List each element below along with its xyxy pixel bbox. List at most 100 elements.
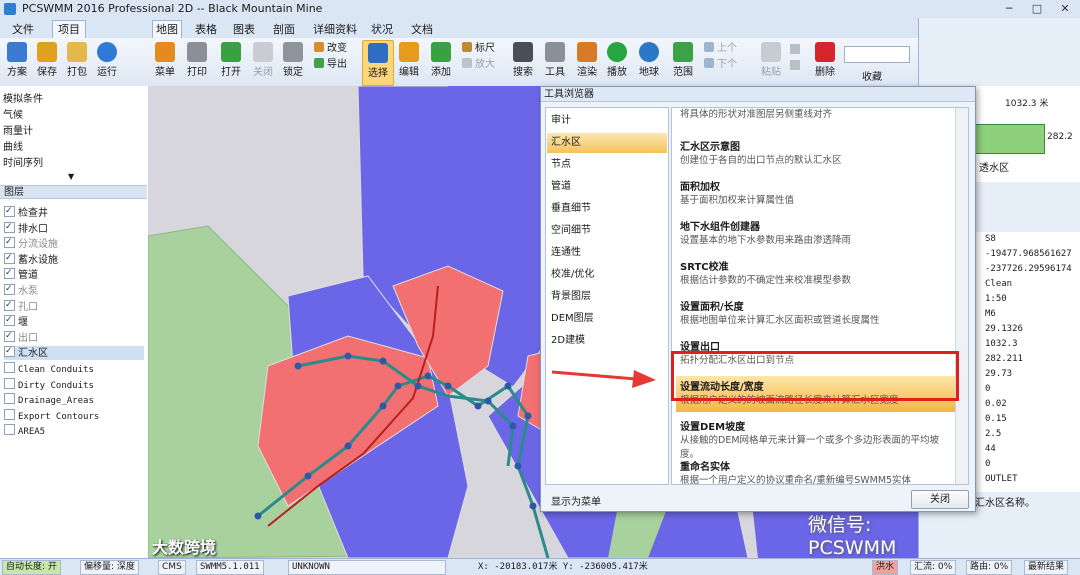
- sim-options-item[interactable]: 模拟条件: [3, 90, 43, 105]
- zoom-in-button[interactable]: 放大: [462, 58, 495, 72]
- layer-checkbox[interactable]: [4, 282, 15, 296]
- next-button[interactable]: 下个: [704, 58, 737, 72]
- flow-units[interactable]: CMS: [158, 560, 186, 575]
- show-as-menu-link[interactable]: 显示为菜单: [551, 493, 601, 508]
- property-value[interactable]: S8: [985, 234, 996, 244]
- property-value[interactable]: 1:50: [985, 294, 1007, 304]
- property-value[interactable]: 29.1326: [985, 324, 1023, 334]
- tab-project[interactable]: 项目: [52, 20, 86, 38]
- property-value[interactable]: 29.73: [985, 369, 1012, 379]
- category-item[interactable]: 汇水区: [547, 133, 667, 153]
- layer-item[interactable]: Clean Conduits: [4, 362, 94, 376]
- layer-checkbox[interactable]: [4, 408, 15, 420]
- layer-checkbox[interactable]: [4, 220, 15, 234]
- tab-status[interactable]: 状况: [366, 20, 398, 39]
- property-value[interactable]: 0.02: [985, 399, 1007, 409]
- scenario-button[interactable]: 方案: [2, 40, 32, 84]
- tools-button[interactable]: 工具: [540, 40, 570, 84]
- layer-item[interactable]: 孔口: [4, 298, 38, 314]
- layer-item[interactable]: 蓄水设施: [4, 251, 58, 267]
- property-value[interactable]: Clean: [985, 279, 1012, 289]
- run-button[interactable]: 运行: [92, 40, 122, 84]
- add-button[interactable]: 添加: [426, 40, 456, 84]
- layer-item[interactable]: 水泵: [4, 282, 38, 298]
- property-value[interactable]: 1032.3: [985, 339, 1018, 349]
- category-item[interactable]: 垂直细节: [547, 199, 667, 219]
- timeseries-item[interactable]: 时间序列: [3, 154, 43, 169]
- maximize-button[interactable]: □: [1024, 1, 1050, 16]
- copy-icon[interactable]: [790, 60, 800, 70]
- print-button[interactable]: 打印: [182, 40, 212, 84]
- tool-item[interactable]: 面积加权 基于面积加权来计算属性值: [676, 176, 958, 212]
- layer-checkbox[interactable]: [4, 235, 15, 249]
- property-value[interactable]: M6: [985, 309, 996, 319]
- category-item[interactable]: 2D建模: [547, 331, 667, 351]
- lock-button[interactable]: 锁定: [278, 40, 308, 84]
- category-item[interactable]: 管道: [547, 177, 667, 197]
- tool-item[interactable]: 设置面积/长度 根据地图单位来计算汇水区面积或管道长度属性: [676, 296, 958, 332]
- layer-checkbox[interactable]: [4, 266, 15, 280]
- change-button[interactable]: 改变: [314, 42, 347, 56]
- chevron-down-icon[interactable]: ▼: [68, 172, 74, 181]
- earth-button[interactable]: 地球: [634, 40, 664, 84]
- minimize-button[interactable]: ─: [996, 1, 1022, 16]
- tool-item[interactable]: SRTC校准 根据估计参数的不确定性来校准模型参数: [676, 256, 958, 292]
- cut-icon[interactable]: [790, 44, 800, 54]
- offset-mode[interactable]: 偏移量: 深度: [80, 560, 139, 575]
- previous-button[interactable]: 上个: [704, 42, 737, 56]
- property-value[interactable]: 0: [985, 384, 990, 394]
- category-item[interactable]: 连通性: [547, 243, 667, 263]
- paste-button[interactable]: 粘贴: [756, 40, 786, 84]
- property-value[interactable]: 44: [985, 444, 996, 454]
- export-button[interactable]: 导出: [314, 58, 347, 72]
- close-layer-button[interactable]: 关闭: [248, 40, 278, 84]
- tool-item[interactable]: 重命名实体 根据一个用户定义的协议重命名/重新编号SWMM5实体: [676, 456, 958, 484]
- category-item[interactable]: 校准/优化: [547, 265, 667, 285]
- layer-checkbox[interactable]: [4, 313, 15, 327]
- projection[interactable]: UNKNOWN: [288, 560, 446, 575]
- property-value[interactable]: OUTLET: [985, 474, 1018, 484]
- layer-checkbox[interactable]: [4, 424, 15, 436]
- category-item[interactable]: 节点: [547, 155, 667, 175]
- layer-checkbox[interactable]: [4, 393, 15, 405]
- category-item[interactable]: 空间细节: [547, 221, 667, 241]
- property-value[interactable]: 2.5: [985, 429, 1001, 439]
- climate-item[interactable]: 气候: [3, 106, 23, 121]
- range-button[interactable]: 范围: [668, 40, 698, 84]
- render-button[interactable]: 渲染: [572, 40, 602, 84]
- layer-checkbox[interactable]: [4, 251, 15, 265]
- category-item[interactable]: 背景图层: [547, 287, 667, 307]
- layer-item[interactable]: Drainage_Areas: [4, 393, 94, 407]
- tool-item[interactable]: 汇水区示意图 创建位于各自的出口节点的默认汇水区: [676, 136, 958, 172]
- ruler-button[interactable]: 标尺: [462, 42, 495, 56]
- curves-item[interactable]: 曲线: [3, 138, 23, 153]
- layer-item[interactable]: 堰: [4, 313, 28, 329]
- open-layer-button[interactable]: 打开: [216, 40, 246, 84]
- close-window-button[interactable]: ✕: [1052, 1, 1078, 16]
- layer-item[interactable]: 汇水区: [4, 344, 144, 361]
- layer-item[interactable]: 管道: [4, 266, 38, 282]
- select-button[interactable]: 选择: [362, 40, 394, 86]
- dialog-close-button[interactable]: 关闭: [911, 490, 969, 509]
- tool-item[interactable]: 将具体的形状对准图层另侧重线对齐: [676, 108, 958, 126]
- search-button[interactable]: 搜索: [508, 40, 538, 84]
- tool-list-scrollbar[interactable]: [955, 108, 968, 484]
- edit-button[interactable]: 编辑: [394, 40, 424, 84]
- property-value[interactable]: -237726.29596174: [985, 264, 1072, 274]
- map-menu-button[interactable]: 菜单: [150, 40, 180, 84]
- category-item[interactable]: 审计: [547, 111, 667, 131]
- tab-graphs[interactable]: 图表: [228, 20, 260, 39]
- tool-item[interactable]: 设置DEM坡度 从接触的DEM网格单元来计算一个或多个多边形表面的平均坡度。: [676, 416, 958, 460]
- layer-item[interactable]: 出口: [4, 329, 38, 345]
- layer-checkbox[interactable]: [4, 344, 15, 358]
- tab-tables[interactable]: 表格: [190, 20, 222, 39]
- favorites-dropdown[interactable]: [844, 46, 910, 63]
- property-value[interactable]: 282.211: [985, 354, 1023, 364]
- tab-documents[interactable]: 文档: [406, 20, 438, 39]
- layer-checkbox[interactable]: [4, 362, 15, 373]
- play-button[interactable]: 播放: [602, 40, 632, 84]
- property-value[interactable]: -19477.968561627: [985, 249, 1072, 259]
- tab-profile[interactable]: 剖面: [268, 20, 300, 39]
- property-value[interactable]: 0.15: [985, 414, 1007, 424]
- delete-button[interactable]: 删除: [810, 40, 840, 84]
